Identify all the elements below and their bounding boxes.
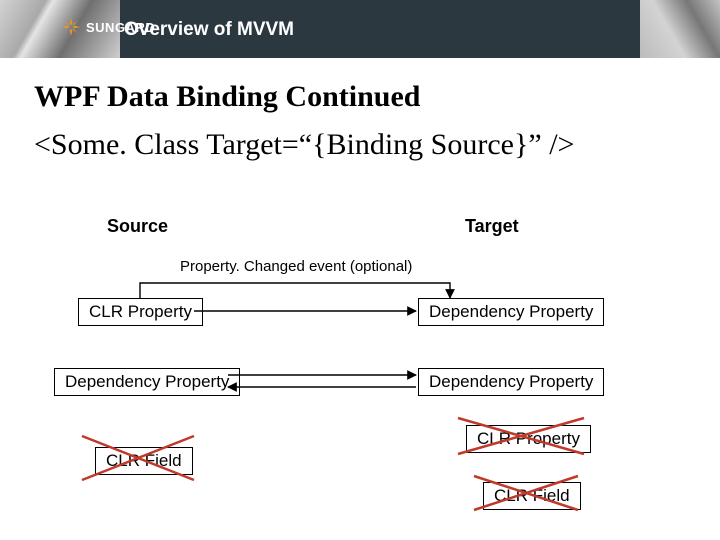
- binding-arrows: [0, 0, 720, 540]
